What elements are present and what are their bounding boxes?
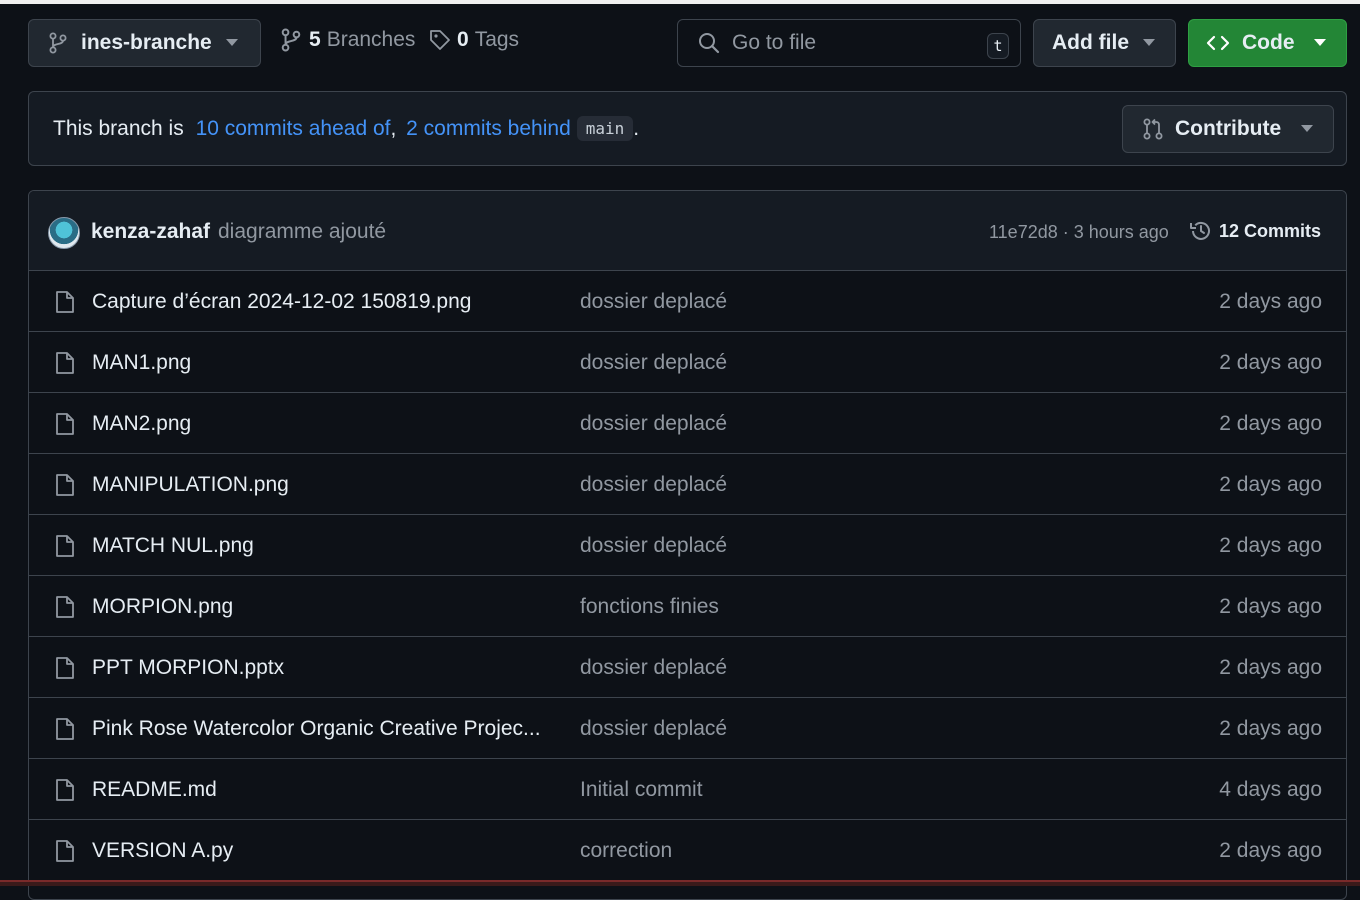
file-name-link[interactable]: Pink Rose Watercolor Organic Creative Pr…	[92, 717, 541, 741]
file-row[interactable]: MORPION.png fonctions finies 2 days ago	[29, 576, 1346, 637]
file-icon	[55, 717, 75, 746]
go-to-file-search[interactable]: t	[677, 19, 1021, 67]
file-icon	[55, 290, 75, 319]
git-branch-icon	[49, 32, 67, 54]
window-top-edge	[0, 0, 1360, 4]
file-commit-date: 2 days ago	[1219, 839, 1322, 862]
tags-label: Tags	[474, 28, 520, 51]
tags-count: 0	[457, 28, 469, 51]
branches-link[interactable]: 5 Branches	[281, 28, 415, 52]
file-icon	[55, 839, 75, 868]
file-commit-date: 2 days ago	[1219, 656, 1322, 679]
branches-count: 5	[309, 28, 321, 51]
commits-history-link[interactable]: 12 Commits	[1189, 219, 1321, 243]
file-name-link[interactable]: README.md	[92, 778, 217, 802]
file-name-link[interactable]: MANIPULATION.png	[92, 473, 289, 497]
add-file-button[interactable]: Add file	[1033, 19, 1176, 67]
commits-behind-link[interactable]: 2 commits behind	[406, 117, 571, 141]
file-icon	[55, 595, 75, 624]
file-commit-date: 4 days ago	[1219, 778, 1322, 801]
file-row[interactable]: MANIPULATION.png dossier deplacé 2 days ag…	[29, 454, 1346, 515]
commit-message-link[interactable]: diagramme ajouté	[218, 220, 386, 244]
commits-count-label: 12 Commits	[1219, 220, 1322, 241]
file-name-link[interactable]: MORPION.png	[92, 595, 233, 619]
file-name-link[interactable]: MATCH NUL.png	[92, 534, 254, 558]
chevron-down-icon	[1301, 125, 1313, 132]
file-row[interactable]: MAN2.png dossier deplacé 2 days ago	[29, 393, 1346, 454]
add-file-label: Add file	[1052, 31, 1129, 54]
file-row[interactable]: VERSION A.py correction 2 days ago	[29, 820, 1346, 881]
file-commit-message-link[interactable]: dossier deplacé	[580, 534, 727, 558]
file-icon	[55, 351, 75, 380]
file-commit-message-link[interactable]: dossier deplacé	[580, 717, 727, 741]
branch-status-text: This branch is 10 commits ahead of , 2 c…	[53, 116, 639, 141]
commits-ahead-link[interactable]: 10 commits ahead of	[196, 117, 391, 141]
code-button[interactable]: Code	[1188, 19, 1347, 67]
file-name-link[interactable]: PPT MORPION.pptx	[92, 656, 284, 680]
branch-selector-button[interactable]: ines-branche	[28, 19, 261, 67]
chevron-down-icon	[226, 39, 238, 46]
commit-author-link[interactable]: kenza-zahaf	[91, 220, 210, 244]
history-icon	[1190, 221, 1210, 240]
file-commit-message-link[interactable]: dossier deplacé	[580, 351, 727, 375]
status-suffix: .	[633, 116, 640, 140]
file-icon	[55, 778, 75, 807]
file-commit-message-link[interactable]: fonctions finies	[580, 595, 719, 619]
base-branch-label: main	[576, 116, 634, 141]
chevron-down-icon	[1314, 39, 1326, 46]
code-label: Code	[1242, 31, 1295, 54]
status-prefix: This branch is	[53, 116, 190, 140]
file-icon	[55, 473, 75, 502]
file-row[interactable]: Pink Rose Watercolor Organic Creative Pr…	[29, 698, 1346, 759]
commit-hash-time[interactable]: 11e72d8 · 3 hours ago	[989, 222, 1169, 243]
file-rows: Capture d’écran 2024-12-02 150819.png dos…	[29, 271, 1346, 881]
file-icon	[55, 412, 75, 441]
git-pull-request-icon	[1143, 118, 1163, 140]
file-commit-message-link[interactable]: dossier deplacé	[580, 290, 727, 314]
file-row[interactable]: README.md Initial commit 4 days ago	[29, 759, 1346, 820]
file-commit-date: 2 days ago	[1219, 290, 1322, 313]
file-row[interactable]: MATCH NUL.png dossier deplacé 2 days ago	[29, 515, 1346, 576]
file-row[interactable]: Capture d’écran 2024-12-02 150819.png dos…	[29, 271, 1346, 332]
tags-link[interactable]: 0 Tags	[429, 28, 519, 52]
status-separator: ,	[390, 116, 403, 140]
file-commit-message-link[interactable]: dossier deplacé	[580, 412, 727, 436]
file-icon	[55, 534, 75, 563]
search-icon	[699, 33, 720, 54]
latest-commit-header: kenza-zahaf diagramme ajouté 11e72d8 · 3…	[29, 191, 1346, 271]
file-commit-message-link[interactable]: Initial commit	[580, 778, 703, 802]
chevron-down-icon	[1143, 39, 1155, 46]
file-icon	[55, 656, 75, 685]
branch-name: ines-branche	[81, 31, 212, 54]
file-commit-date: 2 days ago	[1219, 412, 1322, 435]
file-commit-date: 2 days ago	[1219, 534, 1322, 557]
file-row[interactable]: PPT MORPION.pptx dossier deplacé 2 days ag…	[29, 637, 1346, 698]
file-commit-message-link[interactable]: dossier deplacé	[580, 473, 727, 497]
branch-status-banner: This branch is 10 commits ahead of , 2 c…	[28, 91, 1347, 166]
file-commit-date: 2 days ago	[1219, 351, 1322, 374]
avatar[interactable]	[48, 217, 80, 249]
file-commit-date: 2 days ago	[1219, 717, 1322, 740]
shortcut-key-hint: t	[987, 33, 1009, 59]
tag-icon	[430, 30, 450, 50]
code-icon	[1206, 35, 1230, 51]
file-commit-message-link[interactable]: dossier deplacé	[580, 656, 727, 680]
file-name-link[interactable]: Capture d’écran 2024-12-02 150819.png	[92, 290, 471, 314]
file-name-link[interactable]: MAN1.png	[92, 351, 191, 375]
file-commit-message-link[interactable]: correction	[580, 839, 672, 863]
file-row[interactable]: MAN1.png dossier deplacé 2 days ago	[29, 332, 1346, 393]
window-bottom-edge	[0, 880, 1360, 886]
file-commit-date: 2 days ago	[1219, 595, 1322, 618]
file-list-table: kenza-zahaf diagramme ajouté 11e72d8 · 3…	[28, 190, 1347, 900]
file-commit-date: 2 days ago	[1219, 473, 1322, 496]
branches-label: Branches	[326, 28, 416, 51]
file-name-link[interactable]: MAN2.png	[92, 412, 191, 436]
git-branch-icon	[281, 28, 301, 52]
go-to-file-input[interactable]	[732, 31, 972, 55]
contribute-label: Contribute	[1175, 117, 1282, 140]
file-name-link[interactable]: VERSION A.py	[92, 839, 233, 863]
contribute-button[interactable]: Contribute	[1122, 105, 1334, 153]
